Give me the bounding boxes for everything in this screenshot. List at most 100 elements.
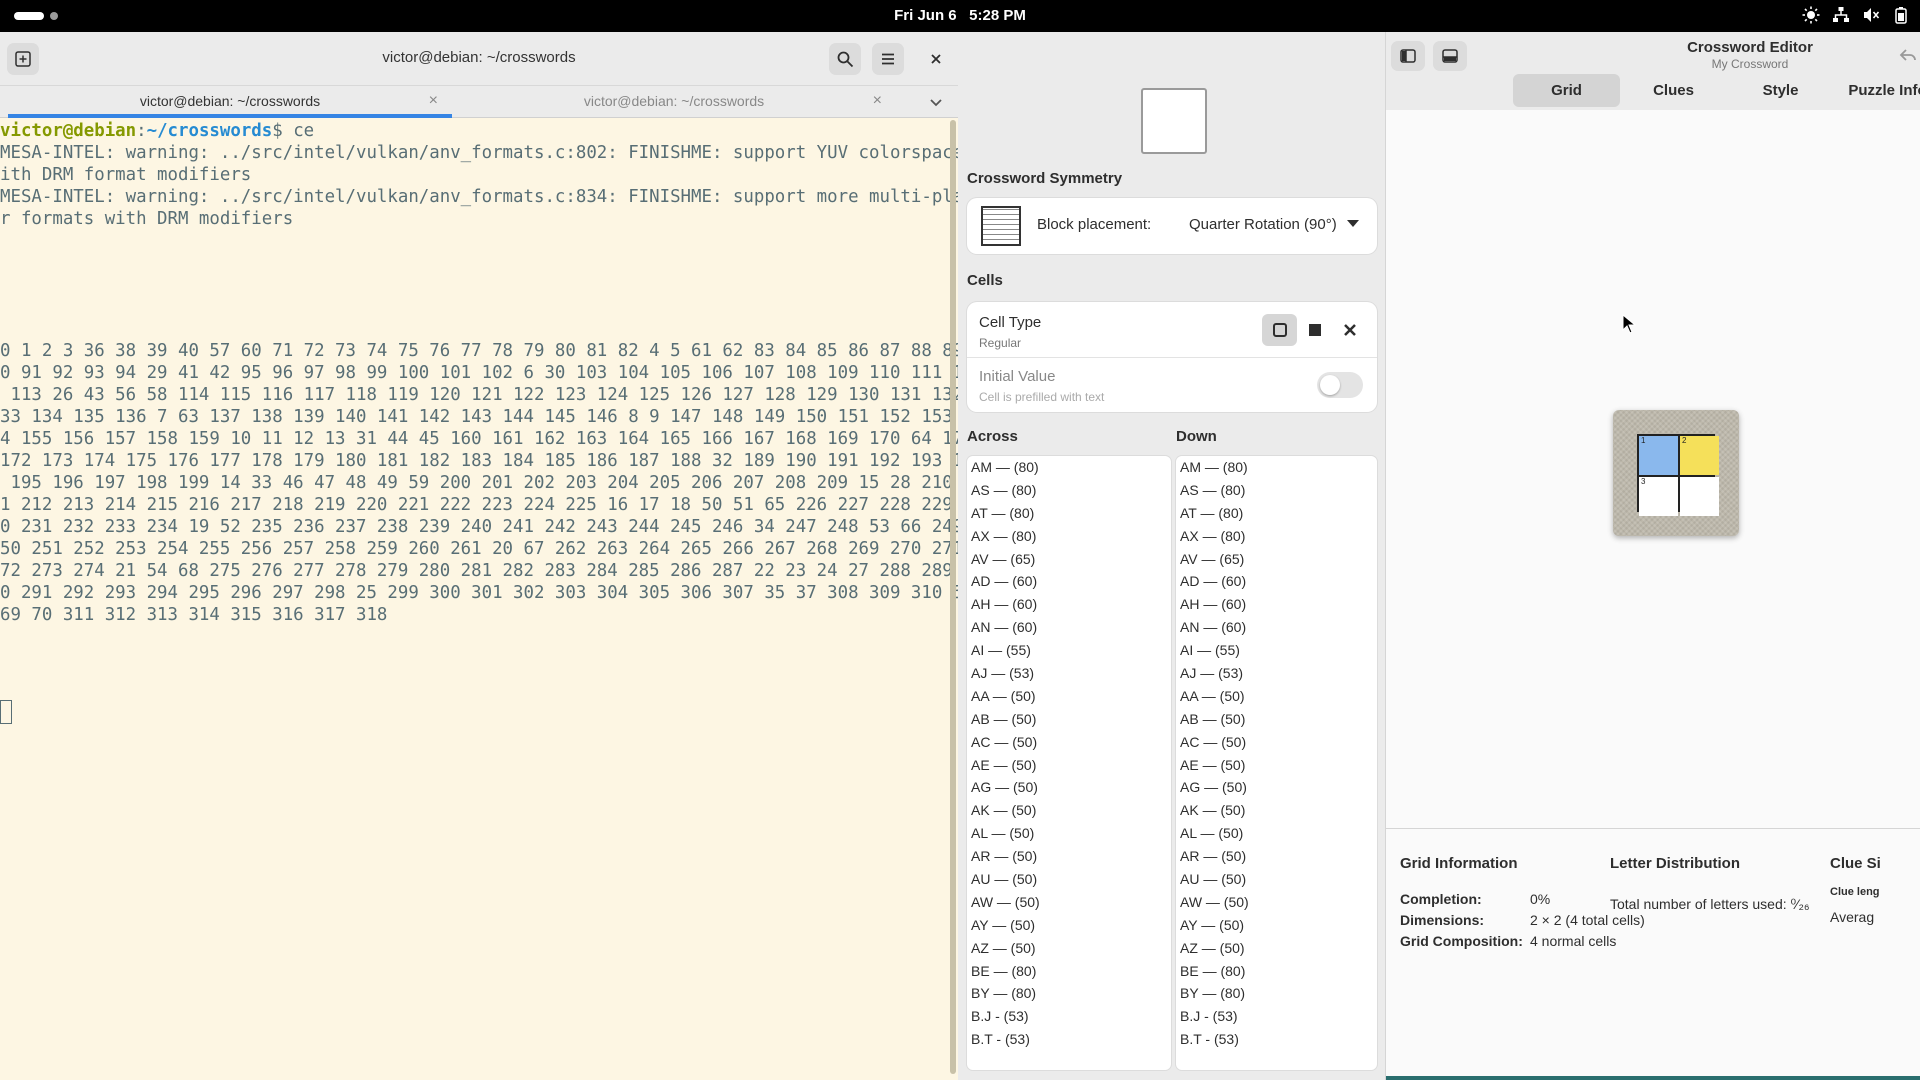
down-list-item[interactable]: AZ — (50) [1176, 937, 1377, 960]
across-list-item[interactable]: AH — (60) [967, 593, 1171, 616]
block-placement-value[interactable]: Quarter Rotation (90°) [1189, 216, 1337, 233]
symmetry-card[interactable]: Block placement: Quarter Rotation (90°) [967, 198, 1377, 254]
across-list-item[interactable]: BY — (80) [967, 982, 1171, 1005]
clock-time[interactable]: 5:28 PM [969, 7, 1026, 24]
down-list-item[interactable]: AX — (80) [1176, 525, 1377, 548]
down-list-item[interactable]: BY — (80) [1176, 982, 1377, 1005]
across-list-item[interactable]: AC — (50) [967, 731, 1171, 754]
across-list-item[interactable]: AW — (50) [967, 891, 1171, 914]
block-cell-icon [1308, 324, 1321, 336]
across-list-item[interactable]: AE — (50) [967, 754, 1171, 777]
editor-title: Crossword Editor [1687, 39, 1813, 56]
terminal-scrollbar[interactable] [950, 120, 956, 1074]
down-list-item[interactable]: AD — (60) [1176, 570, 1377, 593]
toggle-sidebar-button[interactable] [1391, 41, 1425, 71]
hamburger-menu-icon [882, 53, 894, 65]
clock: Fri Jun 6 5:28 PM [0, 7, 1920, 24]
down-list-item[interactable]: AE — (50) [1176, 754, 1377, 777]
across-list-item[interactable]: AG — (50) [967, 776, 1171, 799]
cell-type-block-button[interactable] [1297, 314, 1332, 346]
across-list-item[interactable]: AV — (65) [967, 548, 1171, 571]
down-list-item[interactable]: AS — (80) [1176, 479, 1377, 502]
main-menu-button[interactable] [872, 43, 904, 75]
terminal-output[interactable]: victor@debian:~/crosswords$ ce MESA-INTE… [0, 120, 985, 1080]
across-list-item[interactable]: AL — (50) [967, 822, 1171, 845]
across-list-item[interactable]: B.T - (53) [967, 1028, 1171, 1051]
network-icon [1833, 7, 1849, 22]
grid-cell[interactable]: 2 [1680, 436, 1719, 475]
across-list-item[interactable]: AR — (50) [967, 845, 1171, 868]
clock-date[interactable]: Fri Jun 6 [894, 7, 957, 24]
down-list-item[interactable]: AK — (50) [1176, 799, 1377, 822]
down-list-item[interactable]: AA — (50) [1176, 685, 1377, 708]
system-tray[interactable] [1802, 6, 1910, 24]
tab-clues[interactable]: Clues [1620, 74, 1727, 107]
terminal-line: 0 291 292 293 294 295 296 297 298 25 299… [0, 583, 974, 603]
across-list-item[interactable]: AA — (50) [967, 685, 1171, 708]
down-list-item[interactable]: AR — (50) [1176, 845, 1377, 868]
grid-cell[interactable]: 3 [1639, 477, 1678, 516]
letter-distribution-heading: Letter Distribution [1610, 855, 1740, 872]
cell-type-value: Regular [979, 336, 1022, 350]
across-list-item[interactable]: AJ — (53) [967, 662, 1171, 685]
down-list-item[interactable]: AN — (60) [1176, 616, 1377, 639]
across-list-item[interactable]: AZ — (50) [967, 937, 1171, 960]
across-list-item[interactable]: AB — (50) [967, 708, 1171, 731]
down-list-item[interactable]: AL — (50) [1176, 822, 1377, 845]
down-list-item[interactable]: AI — (55) [1176, 639, 1377, 662]
down-list-item[interactable]: AJ — (53) [1176, 662, 1377, 685]
across-list-item[interactable]: BE — (80) [967, 960, 1171, 983]
grid-canvas[interactable]: 1 2 3 [1386, 110, 1920, 828]
across-list-item[interactable]: AY — (50) [967, 914, 1171, 937]
down-word-list[interactable]: AM — (80) AS — (80) AT — (80) AX — (80) AV —… [1176, 456, 1377, 1070]
across-list-item[interactable]: AU — (50) [967, 868, 1171, 891]
cell-type-normal-button[interactable] [1262, 314, 1297, 346]
down-list-item[interactable]: AU — (50) [1176, 868, 1377, 891]
down-list-item[interactable]: B.J - (53) [1176, 1005, 1377, 1028]
across-list-item[interactable]: AD — (60) [967, 570, 1171, 593]
initial-value-toggle[interactable] [1317, 372, 1363, 398]
down-list-item[interactable]: BE — (80) [1176, 960, 1377, 983]
down-heading: Down [1176, 428, 1217, 445]
undo-icon[interactable] [1898, 45, 1918, 65]
across-list-item[interactable]: AS — (80) [967, 479, 1171, 502]
down-list-item[interactable]: AH — (60) [1176, 593, 1377, 616]
across-list-item[interactable]: B.J - (53) [967, 1005, 1171, 1028]
close-tab-icon[interactable]: × [429, 86, 438, 116]
close-window-button[interactable] [920, 43, 952, 75]
down-list-item[interactable]: AB — (50) [1176, 708, 1377, 731]
symmetry-section-title: Crossword Symmetry [967, 170, 1123, 187]
tab-overflow-chevron-icon[interactable] [926, 92, 946, 112]
activities-button[interactable] [14, 12, 58, 20]
across-list-item[interactable]: AK — (50) [967, 799, 1171, 822]
toggle-bottom-panel-button[interactable] [1433, 41, 1467, 71]
terminal-tab-2[interactable]: victor@debian: ~/crosswords × [452, 86, 896, 118]
grid-cell[interactable] [1680, 477, 1719, 516]
down-list-item[interactable]: AC — (50) [1176, 731, 1377, 754]
close-tab-icon[interactable]: × [873, 86, 882, 116]
down-list-item[interactable]: AW — (50) [1176, 891, 1377, 914]
terminal-tab-1[interactable]: victor@debian: ~/crosswords × [8, 86, 452, 118]
dropdown-arrow-icon[interactable] [1347, 220, 1359, 227]
terminal-line: 1 212 213 214 215 216 217 218 219 220 22… [0, 495, 985, 515]
down-list-item[interactable]: AY — (50) [1176, 914, 1377, 937]
down-list-item[interactable]: AT — (80) [1176, 502, 1377, 525]
tab-style[interactable]: Style [1727, 74, 1834, 107]
across-word-list[interactable]: AM — (80) AS — (80) AT — (80) AX — (80) AV —… [967, 456, 1171, 1070]
down-list-item[interactable]: B.T - (53) [1176, 1028, 1377, 1051]
down-list-item[interactable]: AM — (80) [1176, 456, 1377, 479]
grid-cell[interactable]: 1 [1639, 436, 1678, 475]
across-list-item[interactable]: AN — (60) [967, 616, 1171, 639]
across-list-item[interactable]: AT — (80) [967, 502, 1171, 525]
across-list-item[interactable]: AM — (80) [967, 456, 1171, 479]
new-tab-button[interactable] [7, 43, 39, 75]
puzzle-thumbnail [1141, 88, 1207, 154]
across-list-item[interactable]: AX — (80) [967, 525, 1171, 548]
down-list-item[interactable]: AV — (65) [1176, 548, 1377, 571]
cell-type-null-button[interactable] [1332, 314, 1367, 346]
across-list-item[interactable]: AI — (55) [967, 639, 1171, 662]
tab-puzzle-info[interactable]: Puzzle Info [1834, 74, 1920, 107]
down-list-item[interactable]: AG — (50) [1176, 776, 1377, 799]
tab-grid[interactable]: Grid [1513, 74, 1620, 107]
search-button[interactable] [829, 43, 861, 75]
